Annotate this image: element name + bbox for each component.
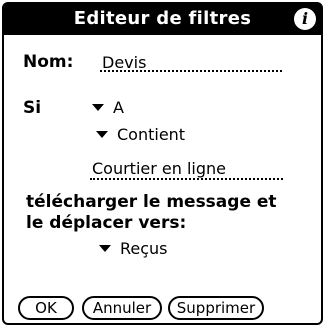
- name-field-underline: [100, 70, 282, 72]
- folder-picker-value: Reçus: [120, 239, 168, 258]
- delete-button[interactable]: Supprimer: [168, 296, 264, 320]
- condition-picker[interactable]: Contient: [96, 125, 185, 144]
- chevron-down-icon: [92, 104, 104, 111]
- title-bar: Editeur de filtres i: [4, 4, 321, 35]
- action-prompt-line2: le déplacer vers:: [26, 213, 187, 233]
- if-label: Si: [23, 98, 42, 118]
- condition-value-field[interactable]: Courtier en ligne: [92, 159, 226, 178]
- folder-picker[interactable]: Reçus: [99, 239, 168, 258]
- chevron-down-icon: [96, 131, 108, 138]
- dialog-title: Editeur de filtres: [73, 8, 252, 29]
- cancel-button[interactable]: Annuler: [82, 296, 162, 320]
- action-prompt-line1: télécharger le message et: [26, 192, 277, 212]
- field-picker-value: A: [113, 98, 124, 117]
- filter-editor-dialog: Editeur de filtres i Nom: Devis Si A Con…: [2, 2, 323, 325]
- name-label: Nom:: [23, 52, 74, 72]
- field-picker[interactable]: A: [92, 98, 124, 117]
- action-prompt: télécharger le message et le déplacer ve…: [26, 192, 316, 234]
- condition-value-underline: [90, 178, 283, 180]
- ok-button[interactable]: OK: [18, 296, 74, 320]
- chevron-down-icon: [99, 245, 111, 252]
- condition-picker-value: Contient: [117, 125, 186, 144]
- info-icon[interactable]: i: [294, 8, 316, 30]
